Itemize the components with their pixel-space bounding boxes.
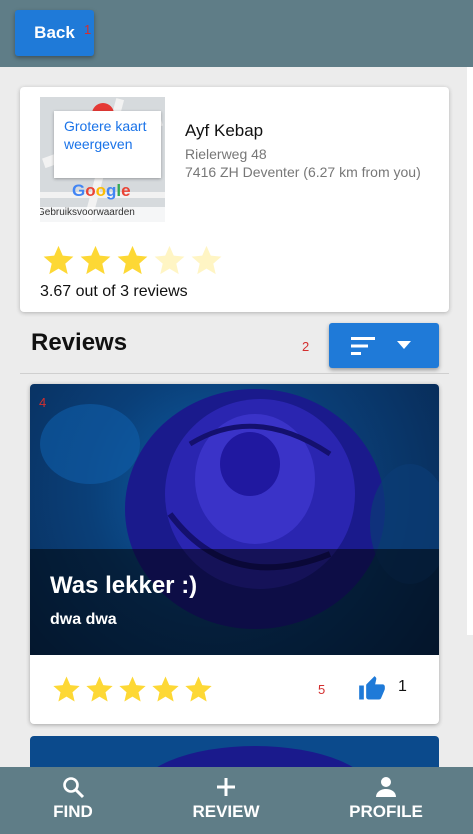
nav-label: REVIEW [192,802,260,821]
search-icon [63,777,85,799]
review-caption-overlay [30,549,439,655]
map-terms-link[interactable]: Gebruiksvoorwaarden [40,207,165,222]
person-icon [376,777,396,797]
star-icon [117,245,148,275]
star-icon [86,676,113,702]
marker-label: 2 [302,339,310,354]
restaurant-name: Ayf Kebap [185,121,264,140]
address-line-2: 7416 ZH Deventer (6.27 km from you) [185,164,421,180]
section-divider [20,373,449,374]
nav-find[interactable]: FIND [33,767,113,834]
nav-label: PROFILE [349,802,423,821]
review-title: Was lekker :) [50,572,198,599]
star-icon [191,245,222,275]
star-icon [119,676,146,702]
scrollbar-thumb[interactable] [467,67,473,635]
caret-down-icon [397,341,411,349]
star-icon [53,676,80,702]
google-logo: Google [72,181,131,200]
marker-label: 4 [39,395,47,410]
thumbs-up-icon[interactable] [357,675,387,703]
like-count: 1 [398,678,407,695]
review-subtitle: dwa dwa [50,611,117,628]
back-button[interactable]: Back [15,10,94,56]
star-icon [154,245,185,275]
map-larger-link[interactable]: Grotere kaart weergeven [54,111,161,178]
marker-label: 5 [318,682,326,697]
nav-label: FIND [53,802,93,821]
review-card[interactable]: Was lekker :) dwa dwa 1 [30,384,439,724]
star-icon [80,245,111,275]
bottom-nav: FIND REVIEW PROFILE [0,767,473,834]
sort-lines-icon [351,337,375,355]
star-icon [152,676,179,702]
map-thumbnail[interactable]: Grotere kaart weergeven Google Gebruiksv… [40,97,165,222]
star-icon [43,245,74,275]
address-line-1: Rielerweg 48 [185,146,267,162]
rating-summary: 3.67 out of 3 reviews [40,283,188,300]
sort-button[interactable] [329,323,439,368]
nav-profile[interactable]: PROFILE [346,767,426,834]
nav-review[interactable]: REVIEW [186,767,266,834]
plus-icon [217,778,235,796]
review-rating-stars [50,674,215,704]
top-bar: Back [0,0,473,67]
star-icon [185,676,212,702]
restaurant-address: Rielerweg 48 7416 ZH Deventer (6.27 km f… [185,145,435,181]
restaurant-rating-stars [40,243,225,277]
restaurant-card: Grotere kaart weergeven Google Gebruiksv… [20,87,449,312]
marker-label: 1 [84,22,92,37]
reviews-heading: Reviews [31,329,128,356]
